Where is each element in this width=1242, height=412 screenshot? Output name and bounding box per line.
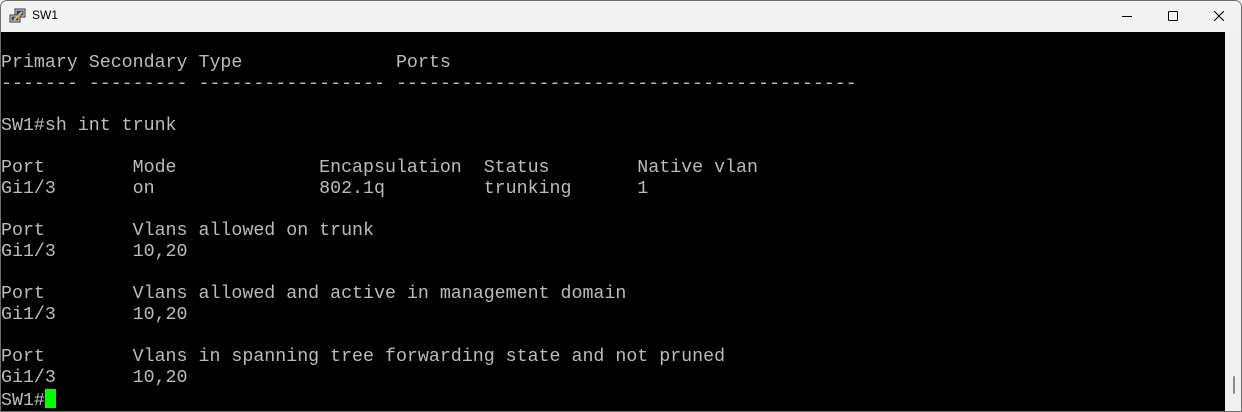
terminal-lines: Primary Secondary Type Ports ------- ----…: [1, 32, 1225, 389]
window-title: SW1: [32, 8, 59, 22]
maximize-button[interactable]: [1150, 1, 1196, 31]
terminal-line: Gi1/3 10,20: [1, 305, 188, 325]
terminal-line: SW1#sh int trunk: [1, 116, 177, 136]
close-button[interactable]: [1196, 1, 1241, 31]
terminal-line: Primary Secondary Type Ports: [1, 53, 451, 73]
maximize-icon: [1168, 11, 1178, 21]
minimize-icon: [1122, 16, 1132, 17]
terminal-line: Port Mode Encapsulation Status Native vl…: [1, 158, 758, 178]
vertical-scrollbar[interactable]: [1225, 32, 1241, 411]
close-icon: [1214, 11, 1224, 21]
scrollbar-thumb[interactable]: [1233, 376, 1235, 394]
prompt: SW1#: [1, 391, 45, 411]
terminal-line: Port Vlans allowed on trunk: [1, 221, 374, 241]
putty-window: SW1 Primary Secondary Type Ports ------- …: [0, 0, 1242, 412]
terminal-line: Gi1/3 10,20: [1, 242, 188, 262]
terminal-line: Port Vlans allowed and active in managem…: [1, 284, 627, 304]
terminal-output[interactable]: Primary Secondary Type Ports ------- ----…: [1, 32, 1225, 411]
putty-icon[interactable]: [9, 8, 27, 24]
terminal-line: Gi1/3 10,20: [1, 368, 188, 388]
terminal-line: ------- --------- ----------------- ----…: [1, 74, 857, 94]
minimize-button[interactable]: [1104, 1, 1150, 31]
terminal-line: Port Vlans in spanning tree forwarding s…: [1, 347, 726, 367]
terminal-line: Gi1/3 on 802.1q trunking 1: [1, 179, 649, 199]
text-cursor: [44, 389, 56, 408]
prompt-line: SW1#: [1, 389, 1225, 411]
title-bar[interactable]: SW1: [1, 1, 1241, 31]
